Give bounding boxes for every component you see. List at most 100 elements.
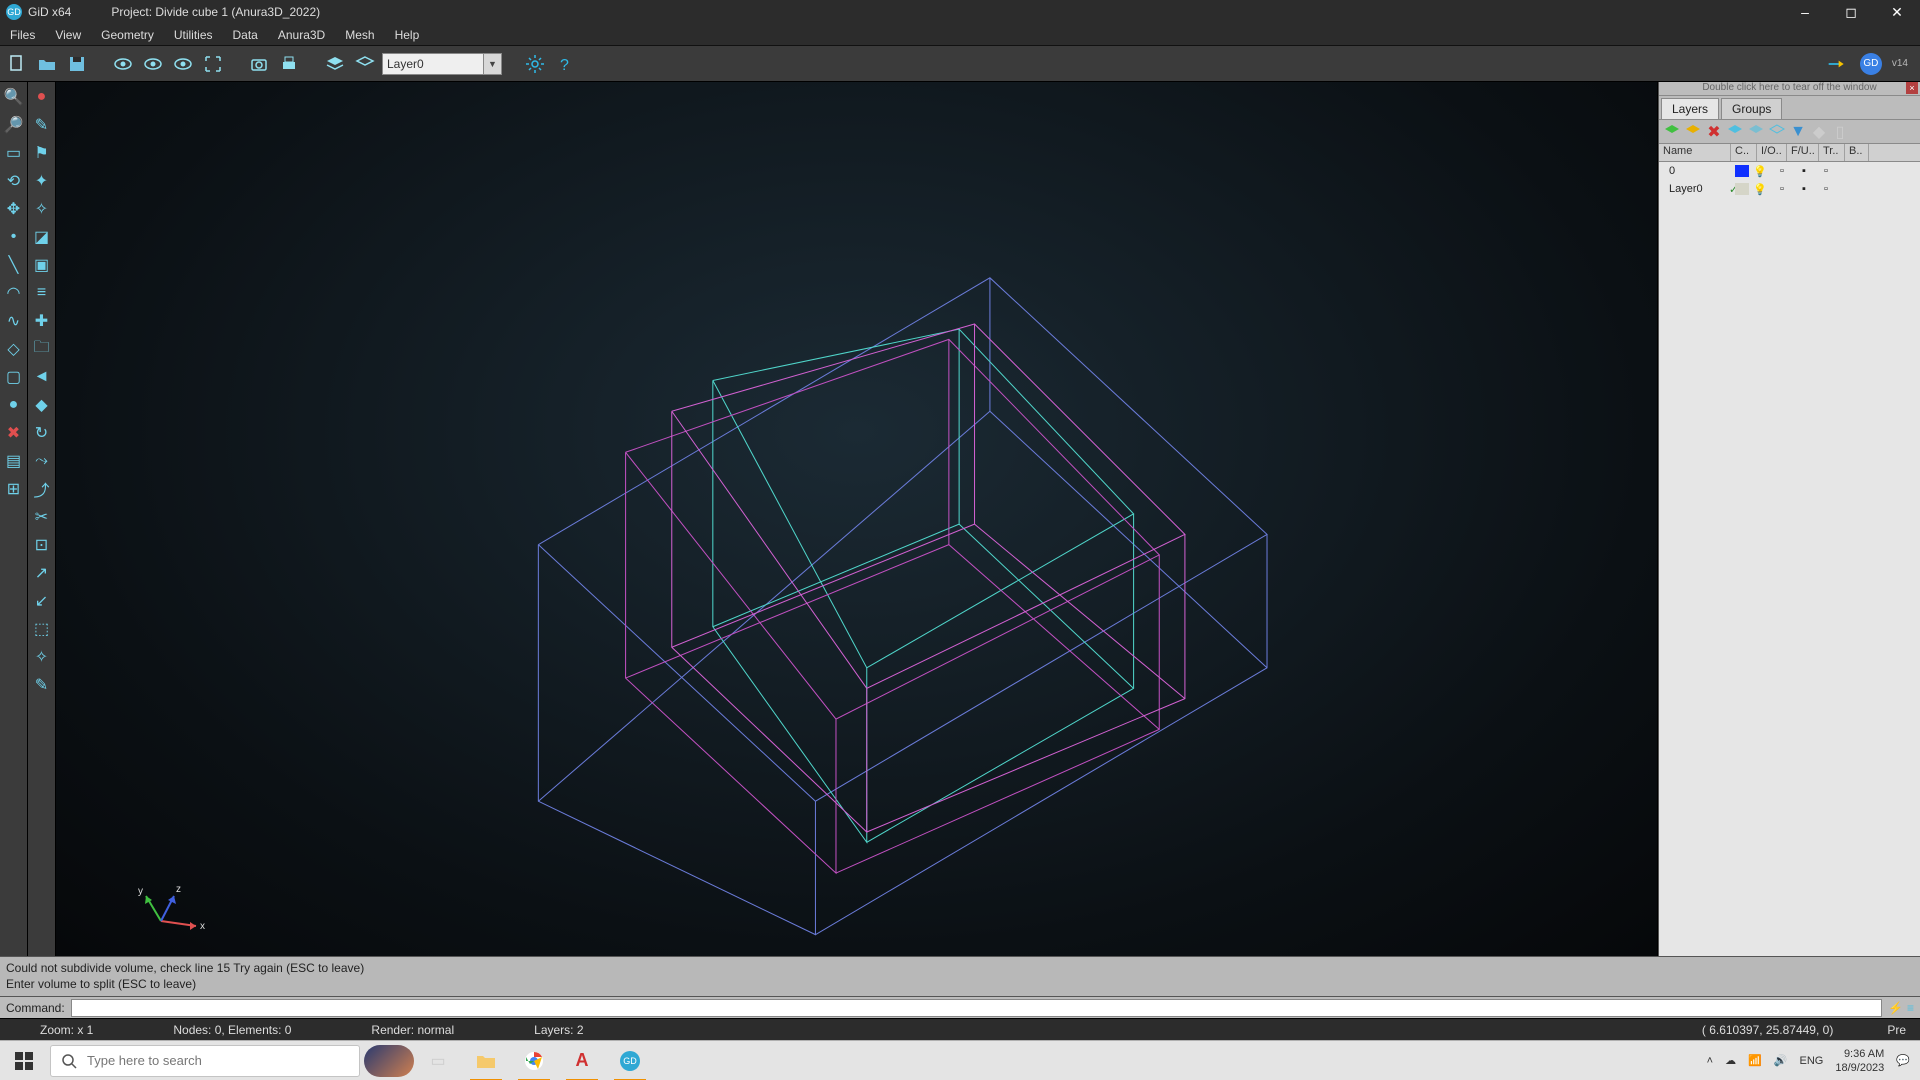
tool-12-icon[interactable]: ↙ xyxy=(31,590,53,612)
taskbar-search[interactable]: Type here to search xyxy=(50,1045,360,1077)
curve-icon[interactable]: ∿ xyxy=(3,310,25,332)
tool-10-icon[interactable]: ⊡ xyxy=(31,534,53,556)
task-view-icon[interactable]: ▭ xyxy=(414,1041,462,1080)
tool-3-icon[interactable]: ✧ xyxy=(31,198,53,220)
tool-8-icon[interactable]: ⤴ xyxy=(31,478,53,500)
menu-anura3d[interactable]: Anura3D xyxy=(268,28,335,42)
layers-icon[interactable] xyxy=(322,51,348,77)
line-icon[interactable]: ╲ xyxy=(3,254,25,276)
layers2-icon[interactable] xyxy=(352,51,378,77)
menu-files[interactable]: Files xyxy=(0,28,45,42)
layer-dropdown[interactable]: Layer0 ▼ xyxy=(382,53,502,75)
menu-data[interactable]: Data xyxy=(223,28,268,42)
gid-taskbar-icon[interactable]: GD xyxy=(606,1041,654,1080)
start-button[interactable] xyxy=(0,1041,48,1080)
maximize-button[interactable]: ◻ xyxy=(1828,0,1874,24)
box-select-icon[interactable]: ▭ xyxy=(3,142,25,164)
edit-icon[interactable]: ✎ xyxy=(31,114,53,136)
vis-icon[interactable]: ▪ xyxy=(1793,165,1815,177)
fit-view-icon[interactable] xyxy=(200,51,226,77)
tool-4-icon[interactable]: ≡ xyxy=(31,282,53,304)
print-icon[interactable] xyxy=(276,51,302,77)
save-file-icon[interactable] xyxy=(64,51,90,77)
cube-icon[interactable]: ▢ xyxy=(3,366,25,388)
surface-icon[interactable]: ◇ xyxy=(3,338,25,360)
zoom-out-icon[interactable]: 🔎 xyxy=(3,114,25,136)
folder-icon[interactable]: ▣ xyxy=(31,254,53,276)
layer-t3-icon[interactable] xyxy=(1768,123,1786,141)
eraser-icon[interactable]: ◪ xyxy=(31,226,53,248)
tool-9-icon[interactable]: ✂ xyxy=(31,506,53,528)
tray-cloud-icon[interactable]: ☁ xyxy=(1725,1054,1736,1067)
layer-t2-icon[interactable] xyxy=(1747,123,1765,141)
layer-row[interactable]: 0 💡 ▫ ▪ ▫ xyxy=(1659,162,1920,180)
cmd-clear-icon[interactable]: ≡ xyxy=(1907,1001,1914,1015)
brush-icon[interactable]: ✎ xyxy=(31,674,53,696)
layer-t1-icon[interactable] xyxy=(1726,123,1744,141)
layer-new-icon[interactable] xyxy=(1663,123,1681,141)
chrome-icon[interactable] xyxy=(510,1041,558,1080)
lock-icon[interactable]: ▫ xyxy=(1771,183,1793,195)
back-icon[interactable]: ▫ xyxy=(1815,183,1837,195)
layer-t4-icon[interactable]: ◆ xyxy=(1810,123,1828,141)
layer-clipboard-icon[interactable]: ▯ xyxy=(1831,123,1849,141)
viewport-3d[interactable]: x y z xyxy=(56,82,1658,956)
search-highlight-icon[interactable] xyxy=(364,1045,414,1077)
vis-icon[interactable]: ▪ xyxy=(1793,183,1815,195)
tab-groups[interactable]: Groups xyxy=(1721,98,1782,119)
grid-icon[interactable]: ⊞ xyxy=(3,478,25,500)
rotate-icon[interactable]: ⟲ xyxy=(3,170,25,192)
selection-box-icon[interactable]: ⬚ xyxy=(31,618,53,640)
cmd-run-icon[interactable]: ⚡ xyxy=(1888,1001,1903,1015)
zoom-in-icon[interactable]: 🔍 xyxy=(3,86,25,108)
layer-filter-icon[interactable]: ▼ xyxy=(1789,123,1807,141)
bulb-icon[interactable]: 💡 xyxy=(1749,183,1771,196)
pan-icon[interactable]: ✥ xyxy=(3,198,25,220)
eye1-icon[interactable] xyxy=(110,51,136,77)
tool-13-icon[interactable]: ✧ xyxy=(31,646,53,668)
shape-icon[interactable]: ◆ xyxy=(31,394,53,416)
tab-layers[interactable]: Layers xyxy=(1661,98,1719,119)
delete-icon[interactable]: ✖ xyxy=(3,422,25,444)
panel-tearoff-hint[interactable]: Double click here to tear off the window… xyxy=(1659,82,1920,96)
tray-clock[interactable]: 9:36 AM 18/9/2023 xyxy=(1835,1047,1884,1075)
back-icon[interactable]: ▫ xyxy=(1815,165,1837,177)
open-icon[interactable]: 🗀 xyxy=(31,338,53,360)
menu-view[interactable]: View xyxy=(45,28,91,42)
arrow-icon[interactable] xyxy=(1824,51,1850,77)
app-a-icon[interactable]: A xyxy=(558,1041,606,1080)
user-avatar[interactable]: GD xyxy=(1860,53,1882,75)
tray-notifications-icon[interactable]: 💬 xyxy=(1896,1054,1910,1067)
sphere-icon[interactable]: ● xyxy=(3,394,25,416)
close-button[interactable]: ✕ xyxy=(1874,0,1920,24)
menu-geometry[interactable]: Geometry xyxy=(91,28,164,42)
minimize-button[interactable]: – xyxy=(1782,0,1828,24)
tool-1-icon[interactable]: ⚑ xyxy=(31,142,53,164)
lock-icon[interactable]: ▫ xyxy=(1771,165,1793,177)
layer-color-swatch[interactable] xyxy=(1735,165,1749,177)
eye3-icon[interactable] xyxy=(170,51,196,77)
tool-2-icon[interactable]: ✦ xyxy=(31,170,53,192)
pointer-icon[interactable]: ◄ xyxy=(31,366,53,388)
layer-delete-icon[interactable]: ✖ xyxy=(1705,123,1723,141)
tray-lang[interactable]: ENG xyxy=(1800,1055,1824,1067)
menu-mesh[interactable]: Mesh xyxy=(335,28,384,42)
menu-help[interactable]: Help xyxy=(385,28,430,42)
tool-6-icon[interactable]: ↻ xyxy=(31,422,53,444)
tray-chevron-icon[interactable]: ˄ xyxy=(1707,1055,1713,1067)
menu-utilities[interactable]: Utilities xyxy=(164,28,223,42)
list-icon[interactable]: ▤ xyxy=(3,450,25,472)
open-file-icon[interactable] xyxy=(34,51,60,77)
help-icon[interactable]: ? xyxy=(552,51,578,77)
layer-color-swatch[interactable] xyxy=(1735,183,1749,195)
arc-icon[interactable]: ◠ xyxy=(3,282,25,304)
file-explorer-icon[interactable] xyxy=(462,1041,510,1080)
record-icon[interactable]: ● xyxy=(31,86,53,108)
command-input[interactable] xyxy=(71,999,1882,1017)
tool-5-icon[interactable]: ✚ xyxy=(31,310,53,332)
point-icon[interactable]: • xyxy=(3,226,25,248)
settings-icon[interactable] xyxy=(522,51,548,77)
layer-send-icon[interactable] xyxy=(1684,123,1702,141)
new-file-icon[interactable] xyxy=(4,51,30,77)
tray-volume-icon[interactable]: 🔊 xyxy=(1774,1054,1788,1067)
